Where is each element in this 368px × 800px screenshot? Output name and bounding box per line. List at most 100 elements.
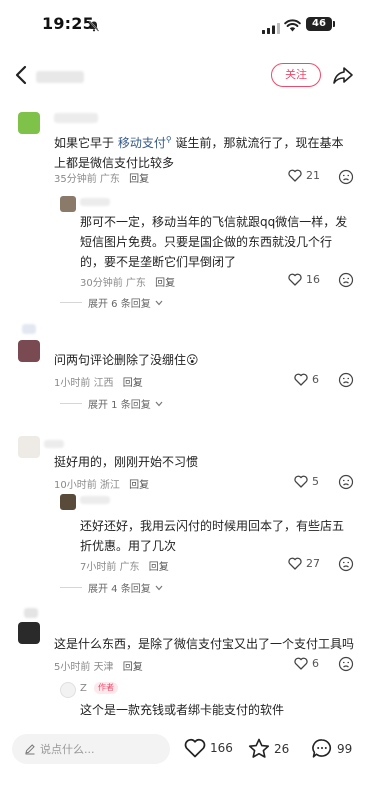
dislike-button[interactable] (338, 272, 354, 288)
frown-face-icon (338, 474, 354, 490)
frown-face-icon (338, 272, 354, 288)
reply-author-name[interactable]: Z (80, 683, 87, 694)
reply-name-blurred (80, 198, 110, 206)
reply-button[interactable]: 回复 (123, 662, 143, 673)
expand-label: 展开 6 条回复 (88, 299, 151, 310)
comment-input-placeholder: 说点什么... (40, 743, 95, 756)
like-count: 5 (312, 475, 319, 488)
reply-location: 广东 (119, 562, 140, 573)
star-icon (248, 738, 270, 758)
comment-text: 挺好用的，刚刚开始不习惯 (54, 455, 199, 469)
chevron-down-icon (155, 585, 163, 590)
like-button[interactable]: 5 (294, 475, 319, 488)
expand-replies-button[interactable]: 展开 6 条回复 (60, 295, 163, 310)
reply-text: 还好还好，我用云闪付的时候用回本了，有些店五折优惠。用了几次 (80, 519, 345, 553)
like-count: 6 (312, 373, 319, 386)
reply-text: 那可不一定，移动当年的飞信就跟qq微信一样，发短信图片免费。只要是国企做的东西就… (80, 215, 348, 269)
reply-location: 广东 (125, 278, 146, 289)
avatar[interactable] (18, 112, 40, 134)
reply-time: 30分钟前 (80, 278, 123, 289)
frown-face-icon (338, 372, 354, 388)
status-bar: 19:25 46 (0, 0, 368, 46)
heart-icon (294, 373, 308, 386)
reply-avatar[interactable] (60, 196, 76, 212)
author-badge: 作者 (94, 682, 119, 694)
comment-meta: 10小时前 浙江 回复 (54, 476, 149, 491)
back-button[interactable] (12, 64, 32, 86)
chevron-left-icon (15, 65, 27, 85)
heart-icon (294, 475, 308, 488)
comment-location: 广东 (99, 174, 120, 185)
avatar[interactable] (18, 622, 40, 644)
heart-icon (288, 169, 302, 182)
dislike-button[interactable] (338, 656, 354, 672)
dislike-button[interactable] (338, 372, 354, 388)
post-like-button[interactable]: 166 (184, 738, 233, 758)
pencil-icon (25, 744, 35, 755)
like-count: 27 (306, 557, 320, 570)
like-button[interactable]: 6 (294, 373, 319, 386)
bell-muted-icon (88, 17, 100, 36)
post-star-button[interactable]: 26 (248, 738, 289, 759)
comment-meta: 35分钟前 广东 回复 (54, 170, 149, 185)
comment-location: 浙江 (99, 480, 120, 491)
comment-text: 如果它早于 移动支付⚲ 诞生前，那就流行了，现在基本上都是微信支付比较多 (54, 130, 346, 173)
reply-button[interactable]: 回复 (123, 378, 143, 389)
comment-meta: 5小时前 天津 回复 (54, 658, 143, 673)
expand-label: 展开 1 条回复 (88, 400, 151, 411)
author-name-blurred (36, 71, 84, 83)
heart-icon (184, 738, 206, 758)
search-icon: ⚲ (165, 135, 172, 144)
like-button[interactable]: 16 (288, 273, 320, 286)
reply-button[interactable]: 回复 (155, 278, 175, 289)
reply-button[interactable]: 回复 (129, 480, 149, 491)
like-count: 16 (306, 273, 320, 286)
like-button[interactable]: 21 (288, 169, 320, 182)
reply-author-line: Z 作者 (80, 680, 119, 698)
post-like-count: 166 (210, 741, 233, 755)
frown-face-icon (338, 169, 354, 185)
reply-button[interactable]: 回复 (129, 174, 149, 185)
frown-face-icon (338, 656, 354, 672)
expand-replies-button[interactable]: 展开 1 条回复 (60, 396, 163, 411)
avatar[interactable] (18, 340, 40, 362)
reply-time: 7小时前 (80, 562, 117, 573)
reply-avatar[interactable] (60, 494, 76, 510)
commenter-name-blurred (22, 324, 36, 334)
post-comment-count: 99 (337, 741, 353, 756)
like-button[interactable]: 27 (288, 557, 320, 570)
frown-face-icon (338, 556, 354, 572)
comment-text-part: 如果它早于 (54, 136, 115, 150)
follow-button[interactable]: 关注 (271, 63, 321, 87)
chevron-down-icon (155, 401, 163, 406)
expand-label: 展开 4 条回复 (88, 584, 151, 595)
divider-line (60, 302, 82, 303)
comment-text: 问两句评论删除了没绷住😮 (54, 353, 199, 367)
chevron-down-icon (155, 300, 163, 305)
expand-replies-button[interactable]: 展开 4 条回复 (60, 580, 163, 595)
battery-tip (333, 21, 335, 27)
dislike-button[interactable] (338, 556, 354, 572)
reply-button[interactable]: 回复 (149, 562, 169, 573)
status-time: 19:25 (42, 14, 94, 33)
reply-meta: 30分钟前 广东 回复 (80, 274, 175, 289)
heart-icon (294, 657, 308, 670)
dislike-button[interactable] (338, 474, 354, 490)
cellular-signal-icon (262, 19, 280, 38)
reply-avatar[interactable] (60, 682, 76, 698)
like-button[interactable]: 6 (294, 657, 319, 670)
post-comment-button[interactable]: 99 (311, 738, 352, 759)
avatar[interactable] (18, 436, 40, 458)
heart-icon (288, 273, 302, 286)
comment-meta: 1小时前 江西 回复 (54, 374, 143, 389)
topic-link[interactable]: 移动支付 (118, 136, 166, 150)
share-button[interactable] (332, 64, 354, 86)
comment-time: 35分钟前 (54, 174, 97, 185)
wifi-icon (284, 17, 301, 36)
heart-icon (288, 557, 302, 570)
comment-time: 10小时前 (54, 480, 97, 491)
commenter-name-blurred (54, 113, 98, 123)
commenter-name-blurred (44, 440, 64, 448)
comment-input[interactable]: 说点什么... (12, 734, 170, 764)
dislike-button[interactable] (338, 169, 354, 185)
